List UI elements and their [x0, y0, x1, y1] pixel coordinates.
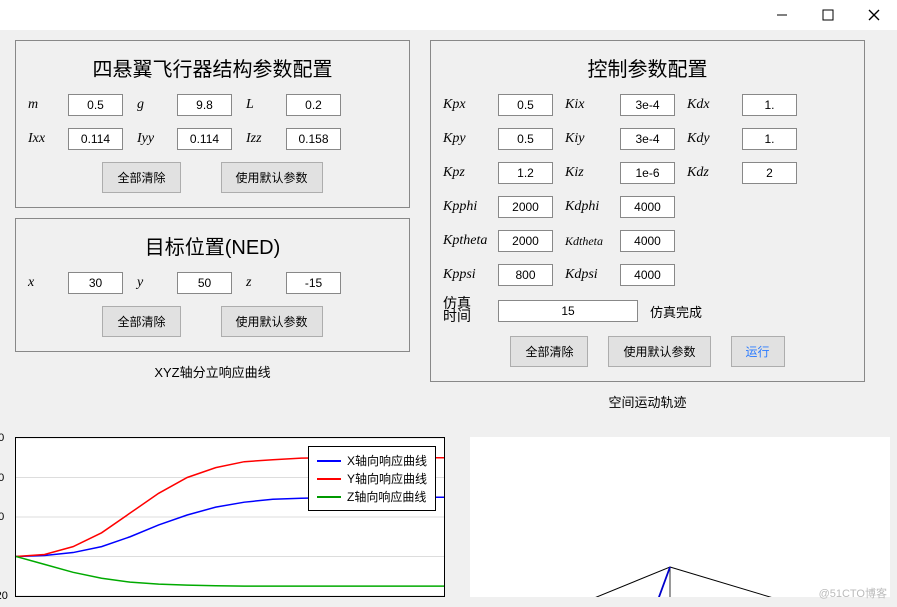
sim-status: 仿真完成: [650, 302, 702, 321]
window-titlebar: [0, 0, 897, 30]
close-button[interactable]: [851, 0, 897, 30]
Kiy-field[interactable]: [620, 128, 675, 150]
Kppsi-label: Kppsi: [443, 267, 498, 283]
trajectory-chart-svg: 0-2020404060: [470, 437, 890, 597]
L-field[interactable]: [286, 94, 341, 116]
m-field[interactable]: [68, 94, 123, 116]
ctrl-panel: 控制参数配置 Kpx Kix Kdx Kpy Kiy Kdy Kpz Ki: [430, 40, 865, 382]
Ixx-label: Ixx: [28, 131, 68, 147]
Kdpsi-field[interactable]: [620, 264, 675, 286]
m-label: m: [28, 97, 68, 113]
simtime-field[interactable]: [498, 300, 638, 322]
target-title: 目标位置(NED): [28, 231, 397, 260]
Kptheta-field[interactable]: [498, 230, 553, 252]
Kiz-field[interactable]: [620, 162, 675, 184]
target-panel: 目标位置(NED) x y z 全部清除 使用默认参数: [15, 218, 410, 352]
Kix-field[interactable]: [620, 94, 675, 116]
legend-x: X轴向响应曲线: [347, 452, 427, 469]
ctrl-clear-button[interactable]: 全部清除: [510, 336, 588, 367]
legend-z: Z轴向响应曲线: [347, 488, 426, 505]
struct-panel: 四悬翼飞行器结构参数配置 m g L Ixx Iyy Izz 全部清除 使用默认…: [15, 40, 410, 208]
Kptheta-label: Kptheta: [443, 233, 498, 249]
legend-y: Y轴向响应曲线: [347, 470, 427, 487]
Kdtheta-field[interactable]: [620, 230, 675, 252]
struct-clear-button[interactable]: 全部清除: [102, 162, 180, 193]
struct-title: 四悬翼飞行器结构参数配置: [28, 53, 397, 82]
ctrl-title: 控制参数配置: [443, 53, 852, 82]
g-label: g: [137, 97, 177, 113]
Kdy-label: Kdy: [687, 131, 742, 147]
trajectory-chart: 0-2020404060: [470, 437, 890, 597]
Kpx-field[interactable]: [498, 94, 553, 116]
Kdx-field[interactable]: [742, 94, 797, 116]
Kpphi-label: Kpphi: [443, 199, 498, 215]
response-chart: X轴向响应曲线 Y轴向响应曲线 Z轴向响应曲线 -200204060: [15, 437, 445, 597]
y-label: y: [137, 275, 177, 291]
y-field[interactable]: [177, 272, 232, 294]
Kdphi-label: Kdphi: [565, 199, 620, 215]
Kpy-field[interactable]: [498, 128, 553, 150]
Izz-label: Izz: [246, 131, 286, 147]
Kiz-label: Kiz: [565, 165, 620, 181]
Kix-label: Kix: [565, 97, 620, 113]
Izz-field[interactable]: [286, 128, 341, 150]
Kdz-label: Kdz: [687, 165, 742, 181]
maximize-button[interactable]: [805, 0, 851, 30]
Kdz-field[interactable]: [742, 162, 797, 184]
simtime-label: 仿真 时间: [443, 298, 498, 324]
struct-defaults-button[interactable]: 使用默认参数: [221, 162, 323, 193]
L-label: L: [246, 97, 286, 113]
target-clear-button[interactable]: 全部清除: [102, 306, 180, 337]
Kdx-label: Kdx: [687, 97, 742, 113]
Kdpsi-label: Kdpsi: [565, 267, 620, 283]
Iyy-field[interactable]: [177, 128, 232, 150]
Iyy-label: Iyy: [137, 131, 177, 147]
Kpy-label: Kpy: [443, 131, 498, 147]
Kpz-label: Kpz: [443, 165, 498, 181]
Kdy-field[interactable]: [742, 128, 797, 150]
watermark: @51CTO博客: [819, 585, 887, 601]
x-field[interactable]: [68, 272, 123, 294]
Kdtheta-label: Kdtheta: [565, 236, 620, 247]
run-button[interactable]: 运行: [731, 336, 785, 367]
Ixx-field[interactable]: [68, 128, 123, 150]
Kpx-label: Kpx: [443, 97, 498, 113]
g-field[interactable]: [177, 94, 232, 116]
z-field[interactable]: [286, 272, 341, 294]
minimize-button[interactable]: [759, 0, 805, 30]
Kiy-label: Kiy: [565, 131, 620, 147]
Kdphi-field[interactable]: [620, 196, 675, 218]
target-defaults-button[interactable]: 使用默认参数: [221, 306, 323, 337]
chart-legend: X轴向响应曲线 Y轴向响应曲线 Z轴向响应曲线: [308, 446, 436, 511]
chart-right-title: 空间运动轨迹: [430, 392, 865, 411]
ctrl-defaults-button[interactable]: 使用默认参数: [608, 336, 710, 367]
chart-left-title: XYZ轴分立响应曲线: [15, 362, 410, 381]
Kpz-field[interactable]: [498, 162, 553, 184]
charts-area: X轴向响应曲线 Y轴向响应曲线 Z轴向响应曲线 -200204060 0-202…: [0, 437, 897, 607]
x-label: x: [28, 275, 68, 291]
Kpphi-field[interactable]: [498, 196, 553, 218]
Kppsi-field[interactable]: [498, 264, 553, 286]
z-label: z: [246, 275, 286, 291]
